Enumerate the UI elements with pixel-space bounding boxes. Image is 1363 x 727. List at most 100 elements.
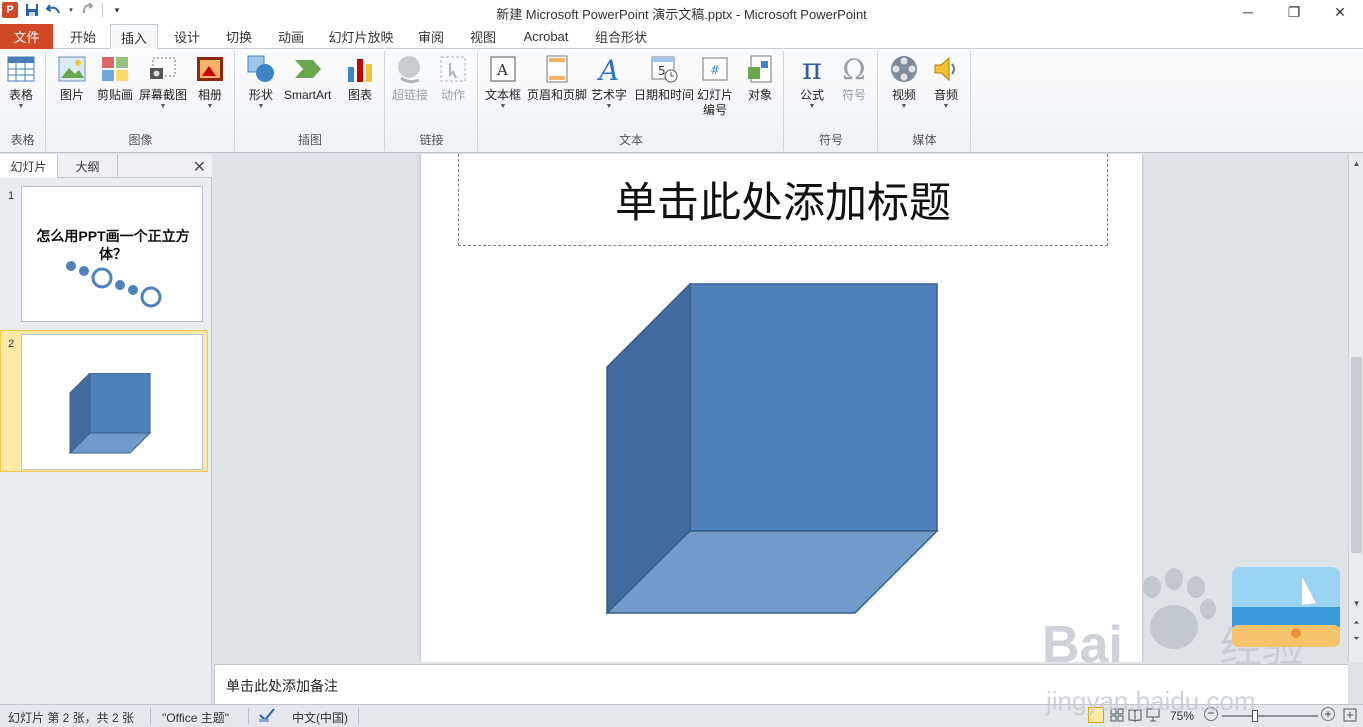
fit-to-window-icon[interactable] — [1343, 708, 1357, 725]
slide-editing-area: 单击此处添加标题 — [214, 154, 1348, 662]
chart-button[interactable]: 图表 — [345, 54, 375, 103]
equation-button[interactable]: π 公式 ▼ — [797, 52, 827, 111]
dropdown-arrow-icon: ▼ — [900, 103, 908, 110]
film-reel-icon — [889, 54, 919, 84]
language-status[interactable]: 中文(中国) — [292, 709, 348, 726]
table-icon — [6, 54, 36, 84]
audio-button[interactable]: 音频 ▼ — [931, 54, 961, 111]
tab-animations[interactable]: 动画 — [268, 24, 314, 49]
window-title: 新建 Microsoft PowerPoint 演示文稿.pptx - Micr… — [496, 7, 867, 22]
svg-text:A: A — [596, 55, 619, 83]
previous-slide-icon[interactable]: ⏶ — [1349, 616, 1363, 630]
tab-outline[interactable]: 大纲 — [58, 154, 118, 178]
zoom-in-icon[interactable]: + — [1321, 707, 1335, 721]
zoom-slider[interactable] — [1222, 715, 1318, 717]
notes-pane[interactable]: 单击此处添加备注 — [214, 664, 1348, 704]
slide-number-icon: # — [700, 54, 730, 84]
screenshot-button[interactable]: 屏幕截图 ▼ — [139, 54, 187, 111]
tab-home[interactable]: 开始 — [60, 24, 106, 49]
tab-merge-shapes[interactable]: 组合形状 — [586, 24, 656, 49]
save-icon[interactable] — [24, 2, 40, 18]
slide-sorter-view-icon[interactable] — [1110, 708, 1124, 725]
clipart-icon — [100, 54, 130, 84]
scrollbar-thumb[interactable] — [1351, 357, 1362, 553]
picture-icon — [57, 54, 87, 84]
slideshow-view-icon[interactable] — [1146, 708, 1160, 725]
ribbon-insert: 表格 ▼ 表格 图片 剪贴画 屏幕截图 ▼ 相册 ▼ 图像 形状 ▼ Smart… — [0, 49, 1363, 153]
theme-status[interactable]: "Office 主题" — [162, 709, 229, 726]
object-button[interactable]: 对象 — [745, 54, 775, 103]
zoom-out-icon[interactable]: − — [1204, 707, 1218, 721]
svg-text:#: # — [710, 63, 720, 77]
symbol-button[interactable]: Ω 符号 — [839, 53, 869, 103]
group-illustrations: 形状 ▼ SmartArt 图表 插图 — [236, 51, 385, 151]
cube-thumbnail-icon — [68, 373, 152, 455]
circles-decoration-icon — [66, 261, 162, 308]
tab-view[interactable]: 视图 — [460, 24, 506, 49]
wordart-icon: A — [594, 54, 624, 84]
action-icon — [438, 54, 468, 84]
pane-close-icon[interactable]: ✕ — [193, 157, 206, 177]
cube-shape[interactable] — [606, 283, 939, 615]
minimize-button[interactable]: ─ — [1225, 0, 1271, 24]
picture-button[interactable]: 图片 — [57, 54, 87, 103]
undo-dropdown-icon[interactable]: ▾ — [68, 2, 74, 18]
spell-check-icon[interactable] — [258, 707, 276, 726]
hyperlink-button[interactable]: 超链接 — [392, 54, 428, 103]
dropdown-arrow-icon: ▼ — [942, 103, 950, 110]
close-button[interactable]: ✕ — [1317, 0, 1363, 24]
undo-icon[interactable] — [46, 2, 62, 18]
zoom-slider-thumb[interactable] — [1252, 710, 1258, 722]
slide-thumbnail-1[interactable]: 怎么用PPT画一个正立方 体？ — [21, 186, 203, 322]
zoom-level[interactable]: 75% — [1170, 709, 1194, 723]
datetime-button[interactable]: 5 日期和时间 — [634, 54, 694, 103]
tab-design[interactable]: 设计 — [164, 24, 210, 49]
slide-number-1: 1 — [8, 190, 15, 202]
next-slide-icon[interactable]: ⏷ — [1349, 632, 1363, 646]
action-button[interactable]: 动作 — [438, 54, 468, 103]
tab-acrobat[interactable]: Acrobat — [512, 24, 580, 49]
maximize-button[interactable]: ❐ — [1271, 0, 1317, 24]
tab-slideshow[interactable]: 幻灯片放映 — [320, 24, 402, 49]
slide-canvas[interactable]: 单击此处添加标题 — [421, 154, 1142, 662]
shapes-icon — [246, 54, 276, 84]
status-separator — [150, 708, 151, 724]
group-symbols: π 公式 ▼ Ω 符号 符号 — [785, 51, 878, 151]
slide-thumbnail-2[interactable] — [21, 334, 203, 470]
speaker-icon — [931, 54, 961, 84]
tab-insert[interactable]: 插入 — [110, 24, 158, 50]
pane-tabs: 幻灯片 大纲 ✕ — [0, 154, 212, 178]
redo-icon[interactable] — [80, 2, 96, 18]
scroll-up-icon[interactable]: ▲ — [1349, 156, 1363, 170]
tab-transitions[interactable]: 切换 — [216, 24, 262, 49]
slide-number-button[interactable]: # 幻灯片 编号 — [697, 54, 733, 118]
group-images: 图片 剪贴画 屏幕截图 ▼ 相册 ▼ 图像 — [47, 51, 235, 151]
vertical-scrollbar[interactable]: ▲ ▼ ⏶ ⏷ — [1348, 154, 1363, 662]
table-button[interactable]: 表格 ▼ — [6, 54, 36, 111]
reading-view-icon[interactable] — [1128, 708, 1142, 725]
clipart-button[interactable]: 剪贴画 — [97, 54, 133, 103]
powerpoint-logo-icon[interactable]: P — [2, 2, 18, 18]
normal-view-icon[interactable] — [1088, 707, 1104, 723]
textbox-button[interactable]: A 文本框 ▼ — [485, 54, 521, 111]
customize-qat-icon[interactable]: ▾ — [109, 2, 125, 18]
shapes-button[interactable]: 形状 ▼ — [246, 54, 276, 111]
quick-access-toolbar: P ▾ ▾ — [2, 2, 125, 18]
header-footer-button[interactable]: 页眉和页脚 — [527, 54, 587, 103]
tab-review[interactable]: 审阅 — [408, 24, 454, 49]
dropdown-arrow-icon: ▼ — [605, 103, 613, 110]
video-button[interactable]: 视频 ▼ — [889, 54, 919, 111]
title-placeholder[interactable]: 单击此处添加标题 — [458, 154, 1108, 246]
smartart-button[interactable]: SmartArt — [284, 54, 331, 103]
dropdown-arrow-icon: ▼ — [17, 103, 25, 110]
scroll-down-icon[interactable]: ▼ — [1349, 596, 1363, 610]
slides-pane: 幻灯片 大纲 ✕ 1 怎么用PPT画一个正立方 体？ 2 — [0, 154, 212, 704]
tab-file[interactable]: 文件 — [0, 24, 53, 49]
calendar-icon: 5 — [649, 54, 679, 84]
status-separator — [358, 708, 359, 724]
wordart-button[interactable]: A 艺术字 ▼ — [591, 54, 627, 111]
photo-album-button[interactable]: 相册 ▼ — [195, 54, 225, 111]
tab-slides[interactable]: 幻灯片 — [0, 154, 58, 178]
header-footer-icon — [542, 54, 572, 84]
title-bar: P ▾ ▾ 新建 Microsoft PowerPoint 演示文稿.pptx … — [0, 0, 1363, 24]
